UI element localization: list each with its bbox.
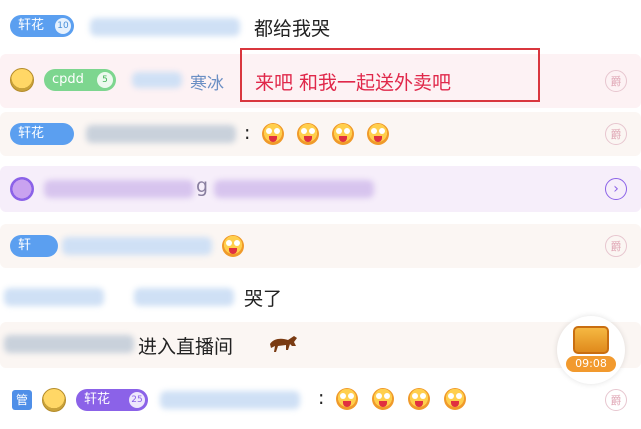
noble-badge-icon[interactable]: 爵 [605,123,627,145]
cry-emoji-icon [262,123,284,145]
highlight-box [240,48,540,102]
cry-emoji-icon [222,235,244,257]
treasure-chest-button[interactable]: 09:08 [557,316,625,384]
chat-message: 都给我哭 [254,18,331,40]
cry-emoji-icon [336,388,358,410]
chat-row-5: 轩 爵 [0,224,641,268]
blurred-username [90,18,240,36]
cry-emoji-icon [408,388,430,410]
fan-badge-level: 5 [97,72,113,88]
blurred-username [4,288,104,306]
treasure-timer: 09:08 [566,356,616,372]
noble-badge-icon[interactable]: 爵 [605,70,627,92]
chat-row-2: cpdd 5 寒冰 : 来吧 和我一起送外卖吧 爵 [0,48,641,108]
chevron-right-icon[interactable]: › [605,178,627,200]
fan-badge[interactable]: cpdd 5 [44,69,116,91]
enter-room-message: 进入直播间 [138,336,234,358]
blurred-message [214,180,374,198]
user-avatar[interactable] [10,68,34,92]
fan-badge-label: 轩花 [18,126,45,141]
blurred-username [132,72,182,88]
fan-badge-label: 轩 [18,238,32,253]
chat-row-8: 管 轩花 25 : 爵 [0,378,641,422]
chat-row-1: 轩花 10 都给我哭 [0,6,641,46]
fan-badge[interactable]: 轩花 10 [10,15,74,37]
blurred-username [62,237,212,255]
user-avatar[interactable] [10,177,34,201]
cry-emoji-icon [367,123,389,145]
fan-badge-label: cpdd [52,72,84,87]
fan-badge-level: 25 [129,392,145,408]
chat-row-3: 轩花 : 爵 [0,112,641,156]
chat-row-4: g › [0,166,641,212]
user-avatar[interactable] [42,388,66,412]
chat-row-7: 进入直播间 [0,322,641,368]
blurred-message [44,180,194,198]
chat-row-6: 哭了 [0,276,641,316]
chat-fragment: g [196,175,209,197]
cry-emoji-icon [444,388,466,410]
blurred-username [134,288,234,306]
fan-badge-level: 10 [55,18,71,34]
cry-emoji-icon [372,388,394,410]
horse-icon [266,332,302,356]
blurred-username [160,391,300,409]
chat-message: 哭了 [244,288,283,310]
noble-badge-icon[interactable]: 爵 [605,235,627,257]
fan-badge[interactable]: 轩花 25 [76,389,148,411]
chat-username[interactable]: 寒冰 [190,69,224,94]
fan-badge[interactable]: 轩 [10,235,58,257]
chat-colon: : [318,387,325,409]
admin-tag: 管 [12,390,32,410]
blurred-username [4,335,134,353]
treasure-chest-icon [573,326,609,354]
cry-emoji-icon [332,123,354,145]
cry-emoji-icon [297,123,319,145]
chat-colon: : [244,122,251,144]
fan-badge-label: 轩花 [18,18,45,33]
noble-badge-icon[interactable]: 爵 [605,389,627,411]
fan-badge[interactable]: 轩花 [10,123,74,145]
blurred-username [86,125,236,143]
fan-badge-label: 轩花 [84,392,111,407]
